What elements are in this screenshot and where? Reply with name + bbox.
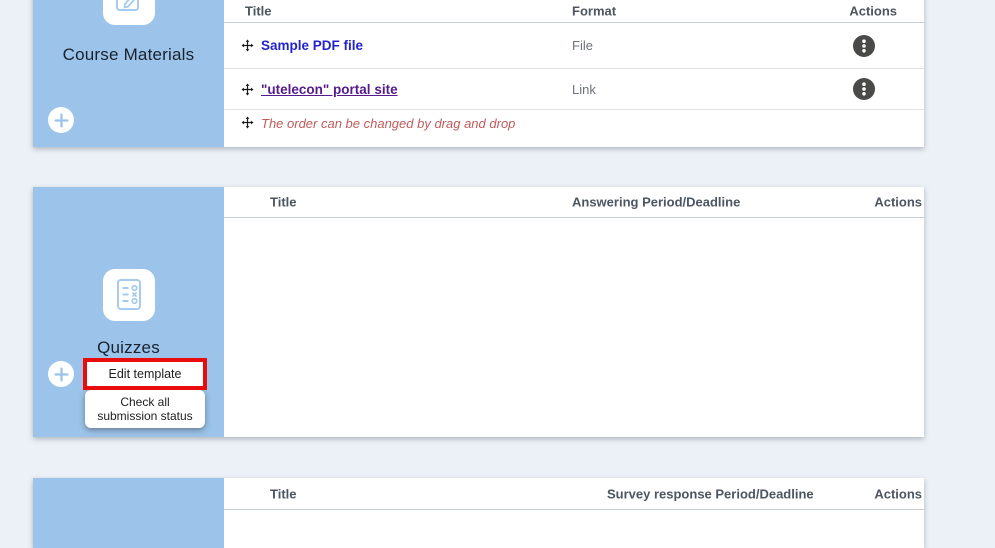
format-cell: File <box>572 38 593 53</box>
table-header-row: Title Answering Period/Deadline Actions <box>224 187 924 218</box>
edit-template-highlight: Edit template <box>83 358 207 390</box>
table-row: "utelecon" portal site Link <box>224 69 924 110</box>
drag-drop-note-row: The order can be changed by drag and dro… <box>224 110 924 147</box>
edit-icon <box>103 0 155 25</box>
add-quiz-button[interactable] <box>48 361 74 387</box>
check-submission-status-menu-item[interactable]: Check all submission status <box>85 390 205 428</box>
column-header-actions: Actions <box>874 486 922 501</box>
column-header-format: Format <box>572 4 616 19</box>
quizzes-sidebar: Quizzes Edit template Check all submissi… <box>33 187 224 437</box>
column-header-title: Title <box>245 4 272 19</box>
quizzes-section: Quizzes Edit template Check all submissi… <box>33 187 924 437</box>
kebab-icon <box>853 78 875 100</box>
column-header-actions: Actions <box>849 4 897 19</box>
column-header-title: Title <box>270 195 297 210</box>
section-title-course-materials: Course Materials <box>33 45 224 65</box>
section-title-quizzes: Quizzes <box>33 338 224 358</box>
menu-item-label-line1: Check all <box>120 395 169 409</box>
table-header-row: Title Survey response Period/Deadline Ac… <box>224 478 924 510</box>
row-actions-button[interactable] <box>853 35 875 57</box>
course-materials-table: Title Format Actions Sample PDF file Fil… <box>224 0 924 147</box>
column-header-period: Answering Period/Deadline <box>572 195 740 210</box>
add-material-button[interactable] <box>48 107 74 133</box>
column-header-title: Title <box>270 486 297 501</box>
drag-drop-note: The order can be changed by drag and dro… <box>261 116 515 131</box>
course-materials-section: Course Materials Title Format Actions Sa… <box>33 0 924 147</box>
format-cell: Link <box>572 82 596 97</box>
surveys-section: Title Survey response Period/Deadline Ac… <box>33 478 924 548</box>
material-link[interactable]: Sample PDF file <box>261 38 363 53</box>
plus-icon <box>54 113 69 128</box>
surveys-sidebar <box>33 478 224 548</box>
plus-icon <box>54 367 69 382</box>
material-link[interactable]: "utelecon" portal site <box>261 82 398 97</box>
course-materials-sidebar: Course Materials <box>33 0 224 147</box>
column-header-actions: Actions <box>874 195 922 210</box>
quizzes-table: Title Answering Period/Deadline Actions <box>224 187 924 437</box>
table-header-row: Title Format Actions <box>224 0 924 23</box>
menu-item-label-line2: submission status <box>97 409 192 423</box>
row-actions-button[interactable] <box>853 78 875 100</box>
edit-template-menu-item[interactable]: Edit template <box>87 362 203 386</box>
move-icon[interactable] <box>241 116 254 129</box>
move-icon[interactable] <box>241 39 254 52</box>
move-icon[interactable] <box>241 83 254 96</box>
column-header-period: Survey response Period/Deadline <box>607 486 814 501</box>
quiz-icon <box>103 269 155 321</box>
kebab-icon <box>853 35 875 57</box>
surveys-table: Title Survey response Period/Deadline Ac… <box>224 478 924 548</box>
table-row: Sample PDF file File <box>224 23 924 69</box>
